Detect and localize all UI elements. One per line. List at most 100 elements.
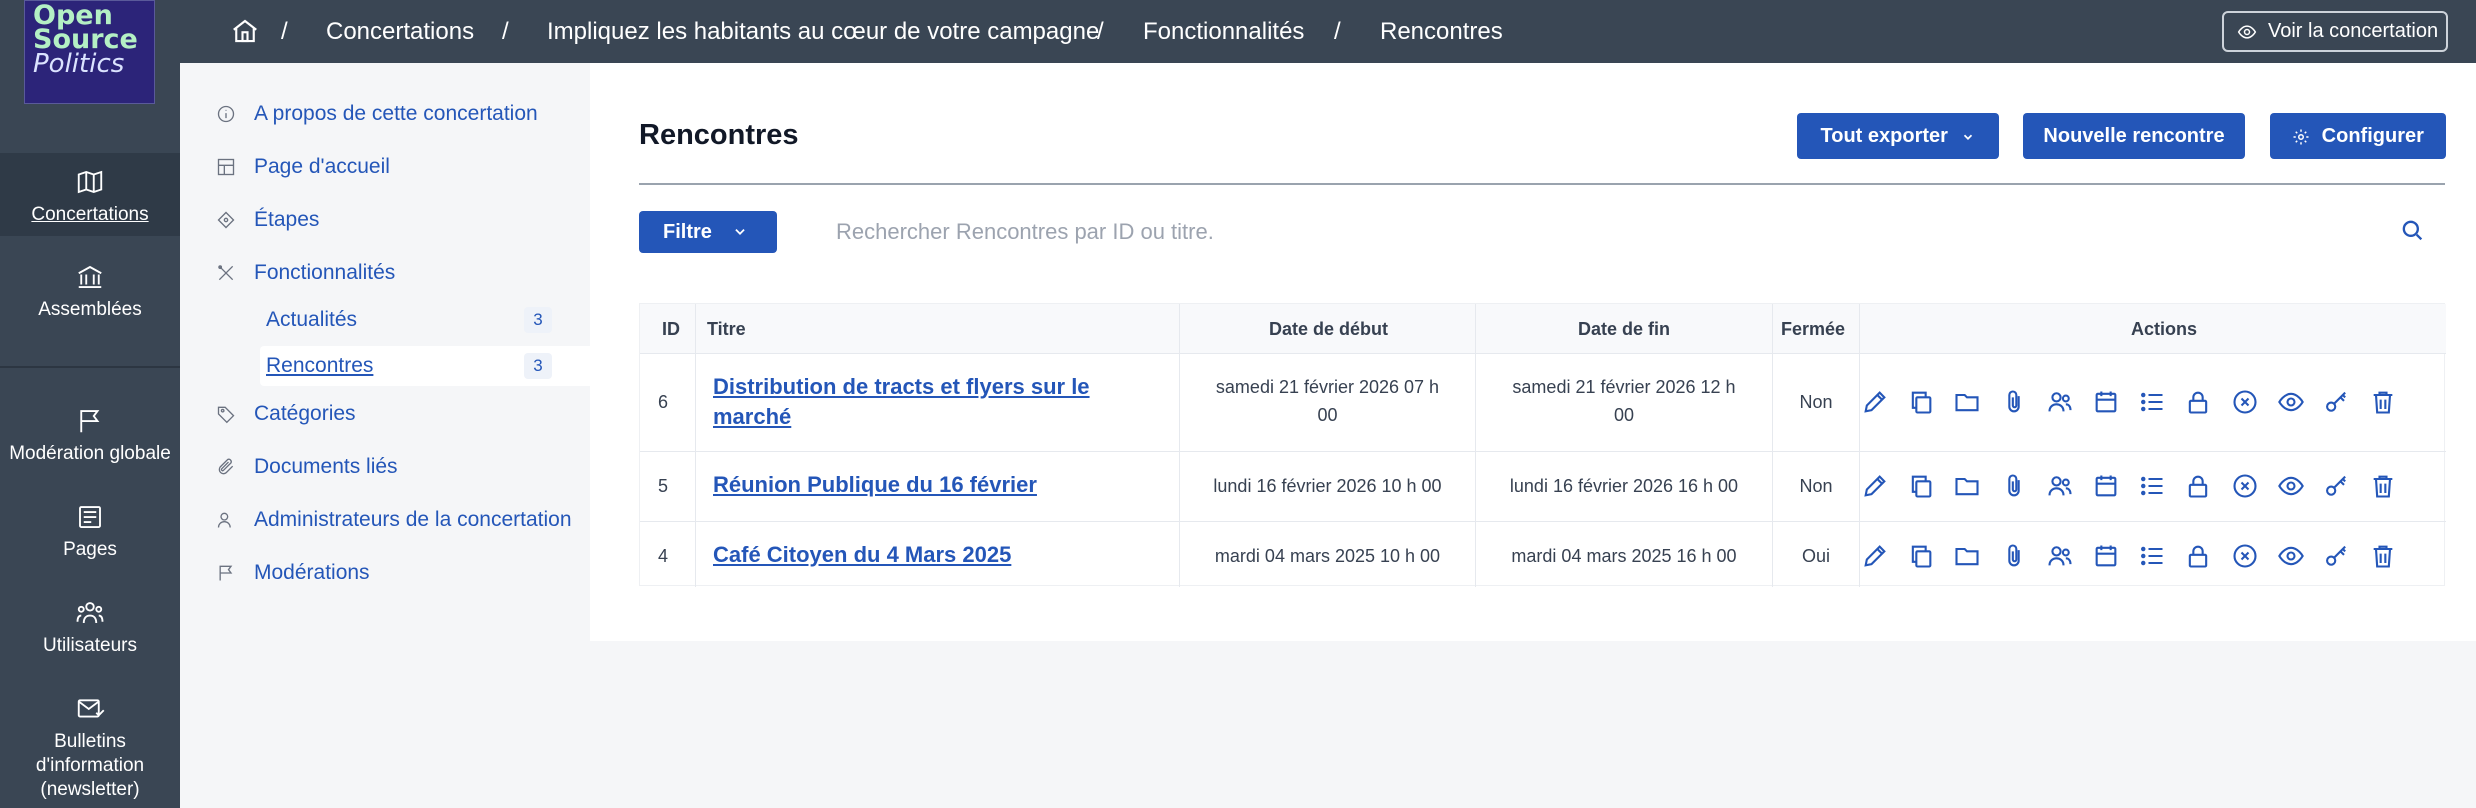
header-closed[interactable]: Fermée xyxy=(1781,304,1845,354)
table-row: 4 Café Citoyen du 4 Mars 2025 mardi 04 m… xyxy=(640,522,2446,587)
row-title-link[interactable]: Distribution de tracts et flyers sur le … xyxy=(713,372,1090,432)
view-concertation-button[interactable]: Voir la concertation xyxy=(2222,11,2448,52)
eye-icon[interactable] xyxy=(2277,388,2305,416)
pages-icon xyxy=(79,506,101,528)
lock-icon[interactable] xyxy=(2184,472,2212,500)
copy-icon[interactable] xyxy=(1907,542,1935,570)
row-start-line-2: 00 xyxy=(1317,405,1338,425)
close-circle-icon[interactable] xyxy=(2231,388,2259,416)
secondary-sidebar: A propos de cette concertation Page d'ac… xyxy=(180,63,744,808)
row-end-date: samedi 21 février 2026 12 h 00 xyxy=(1476,373,1772,429)
home-icon[interactable] xyxy=(230,16,260,46)
nav-steps-label: Étapes xyxy=(254,208,320,231)
map-icon xyxy=(77,170,103,194)
nav-categories-label: Catégories xyxy=(254,402,356,425)
logo-line-3: Politics xyxy=(33,49,125,79)
row-title-line-1: Distribution de tracts et flyers sur le xyxy=(713,374,1090,399)
export-all-button[interactable]: Tout exporter xyxy=(1797,113,1999,159)
copy-icon[interactable] xyxy=(1907,472,1935,500)
lock-icon[interactable] xyxy=(2184,388,2212,416)
newsletter-icon xyxy=(77,699,105,718)
list-icon[interactable] xyxy=(2138,388,2166,416)
rail-label-assemblees: Assemblées xyxy=(38,299,142,320)
paperclip-icon[interactable] xyxy=(2000,542,2028,570)
row-start-line-1: samedi 21 février 2026 07 h xyxy=(1215,377,1440,397)
list-icon[interactable] xyxy=(2138,542,2166,570)
configure-label: Configurer xyxy=(2321,125,2424,147)
header-start-date[interactable]: Date de début xyxy=(1269,304,1388,354)
title-divider xyxy=(639,183,2445,185)
open-source-politics-logo[interactable]: Open Source Politics xyxy=(24,0,155,104)
trash-icon[interactable] xyxy=(2369,542,2397,570)
chevron-down-icon xyxy=(735,229,745,235)
new-meeting-button[interactable]: Nouvelle rencontre xyxy=(2023,113,2245,159)
breadcrumb-fonctionnalites[interactable]: Fonctionnalités xyxy=(1143,17,1304,47)
registrations-icon[interactable] xyxy=(2046,542,2074,570)
breadcrumb-concertations[interactable]: Concertations xyxy=(326,17,474,47)
rail-item-utilisateurs[interactable]: Utilisateurs xyxy=(0,598,180,658)
close-circle-icon[interactable] xyxy=(2231,542,2259,570)
row-closed: Oui xyxy=(1801,546,1830,566)
table-row: 6 Distribution de tracts et flyers sur l… xyxy=(640,354,2446,452)
row-title-link[interactable]: Réunion Publique du 16 février xyxy=(713,470,1037,500)
breadcrumb-campaign[interactable]: Impliquez les habitants au cœur de votre… xyxy=(547,17,1099,47)
left-rail: Open Source Politics Concertations Assem… xyxy=(0,0,180,808)
eye-icon[interactable] xyxy=(2277,542,2305,570)
paperclip-icon[interactable] xyxy=(2000,388,2028,416)
rail-item-moderation-globale[interactable]: Modération globale xyxy=(0,406,180,466)
nav-moderations-label: Modérations xyxy=(254,561,370,584)
meetings-table: ID Titre Date de début Date de fin Fermé… xyxy=(639,303,2446,587)
registrations-icon[interactable] xyxy=(2046,472,2074,500)
pencil-icon[interactable] xyxy=(1861,542,1889,570)
calendar-icon[interactable] xyxy=(2092,472,2120,500)
row-start-date: samedi 21 février 2026 07 h 00 xyxy=(1180,373,1475,429)
key-icon[interactable] xyxy=(2323,388,2351,416)
diamond-icon xyxy=(217,211,235,229)
rail-item-concertations[interactable]: Concertations xyxy=(0,153,180,236)
chevron-down-icon xyxy=(1964,134,1973,140)
folder-icon[interactable] xyxy=(1953,542,1981,570)
nav-sub-rencontres[interactable]: Rencontres xyxy=(266,352,373,380)
header-id[interactable]: ID xyxy=(662,304,680,354)
rail-item-newsletter[interactable]: Bulletins d'information (newsletter) xyxy=(0,694,180,802)
folder-icon[interactable] xyxy=(1953,388,1981,416)
pencil-icon[interactable] xyxy=(1861,472,1889,500)
list-icon[interactable] xyxy=(2138,472,2166,500)
paperclip-icon[interactable] xyxy=(2000,472,2028,500)
key-icon[interactable] xyxy=(2323,542,2351,570)
rail-item-assemblees[interactable]: Assemblées xyxy=(0,262,180,322)
nav-sub-rencontres-label: Rencontres xyxy=(266,354,374,377)
configure-button[interactable]: Configurer xyxy=(2270,113,2446,159)
eye-icon[interactable] xyxy=(2277,472,2305,500)
header-title[interactable]: Titre xyxy=(707,304,746,354)
lock-icon[interactable] xyxy=(2184,542,2212,570)
trash-icon[interactable] xyxy=(2369,388,2397,416)
header-end-date[interactable]: Date de fin xyxy=(1578,304,1670,354)
key-icon[interactable] xyxy=(2323,472,2351,500)
pencil-icon[interactable] xyxy=(1861,388,1889,416)
rail-label-utilisateurs: Utilisateurs xyxy=(43,635,137,656)
calendar-icon[interactable] xyxy=(2092,388,2120,416)
tools-icon xyxy=(218,265,234,281)
breadcrumb-rencontres[interactable]: Rencontres xyxy=(1380,17,1503,47)
row-title-link[interactable]: Café Citoyen du 4 Mars 2025 xyxy=(713,540,1011,570)
row-start-date: lundi 16 février 2026 10 h 00 xyxy=(1213,476,1442,496)
close-circle-icon[interactable] xyxy=(2231,472,2259,500)
nav-documents-label: Documents liés xyxy=(254,455,398,478)
trash-icon[interactable] xyxy=(2369,472,2397,500)
folder-icon[interactable] xyxy=(1953,472,1981,500)
rail-item-pages[interactable]: Pages xyxy=(0,502,180,562)
nav-sub-actualites[interactable]: Actualités xyxy=(266,306,357,334)
search-icon[interactable] xyxy=(2398,216,2426,244)
filter-button[interactable]: Filtre xyxy=(639,211,777,253)
layout-icon xyxy=(217,158,235,176)
nav-features-label: Fonctionnalités xyxy=(254,261,396,284)
rail-label-moderation: Modération globale xyxy=(9,443,171,464)
nav-admins-label: Administrateurs de la concertation xyxy=(254,508,572,531)
row-title-line-2: marché xyxy=(713,404,792,429)
search-input[interactable] xyxy=(836,210,2386,254)
registrations-icon[interactable] xyxy=(2046,388,2074,416)
copy-icon[interactable] xyxy=(1907,388,1935,416)
calendar-icon[interactable] xyxy=(2092,542,2120,570)
row-id: 5 xyxy=(658,476,669,496)
